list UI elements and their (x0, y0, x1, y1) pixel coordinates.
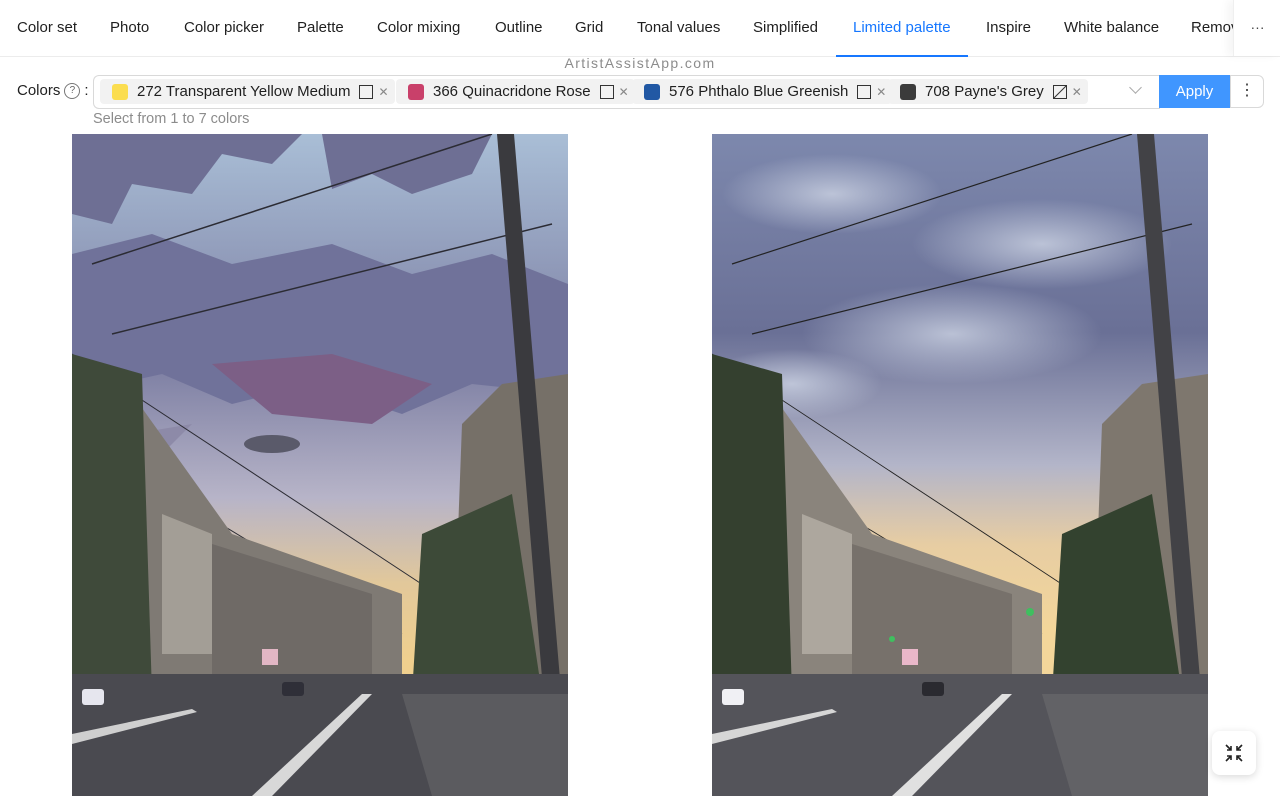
tab-inspire[interactable]: Inspire (986, 0, 1031, 56)
tab-tonal-values[interactable]: Tonal values (637, 0, 720, 56)
color-tag: 576 Phthalo Blue Greenish ✕ (632, 79, 893, 104)
color-swatch (408, 83, 424, 100)
tab-color-picker[interactable]: Color picker (184, 0, 264, 56)
colors-label-text: Colors (17, 82, 61, 99)
tab-grid[interactable]: Grid (575, 0, 603, 56)
tab-bar: Color set Photo Color picker Palette Col… (0, 0, 1280, 57)
tab-palette[interactable]: Palette (297, 0, 344, 56)
color-tag: 366 Quinacridone Rose ✕ (396, 79, 635, 104)
tab-white-balance[interactable]: White balance (1064, 0, 1159, 56)
color-tag-label: 272 Transparent Yellow Medium (137, 83, 351, 100)
color-tag-label: 576 Phthalo Blue Greenish (669, 83, 849, 100)
colors-label-colon: : (84, 82, 89, 99)
color-swatch (900, 83, 916, 100)
close-icon[interactable]: ✕ (1072, 85, 1082, 99)
apply-button[interactable]: Apply (1159, 75, 1230, 108)
tab-color-mixing[interactable]: Color mixing (377, 0, 460, 56)
tab-photo[interactable]: Photo (110, 0, 149, 56)
color-tag-label: 366 Quinacridone Rose (433, 83, 591, 100)
semi-transparent-square-icon (1052, 84, 1067, 99)
colors-label: Colors ? : (17, 82, 89, 99)
tab-color-set[interactable]: Color set (17, 0, 77, 56)
color-swatch (644, 83, 660, 100)
colors-select[interactable]: 272 Transparent Yellow Medium ✕ 366 Quin… (93, 75, 1160, 109)
more-tabs-button[interactable]: ··· (1233, 0, 1280, 56)
compress-icon (1225, 744, 1243, 762)
color-tag-label: 708 Payne's Grey (925, 83, 1044, 100)
color-tag: 272 Transparent Yellow Medium ✕ (100, 79, 395, 104)
tab-overflow-clip: Remov (1191, 0, 1233, 56)
more-options-button[interactable]: ⋮ (1230, 75, 1264, 108)
close-icon[interactable]: ✕ (876, 85, 886, 99)
transparent-square-icon (359, 84, 374, 99)
tab-remove-partial[interactable]: Remov (1191, 0, 1233, 56)
close-icon[interactable]: ✕ (378, 85, 388, 99)
color-swatch (112, 83, 128, 100)
close-icon[interactable]: ✕ (619, 85, 629, 99)
help-icon[interactable]: ? (64, 82, 81, 99)
tab-limited-palette[interactable]: Limited palette (836, 0, 968, 57)
color-tag: 708 Payne's Grey ✕ (888, 79, 1088, 104)
colors-hint: Select from 1 to 7 colors (93, 111, 250, 127)
transparent-square-icon (599, 84, 614, 99)
original-image (712, 134, 1208, 796)
limited-palette-image (72, 134, 568, 796)
transparent-square-icon (857, 84, 872, 99)
tab-simplified[interactable]: Simplified (753, 0, 818, 56)
tab-outline[interactable]: Outline (495, 0, 543, 56)
watermark-text: ArtistAssistApp.com (564, 55, 716, 71)
chevron-down-icon[interactable] (1129, 81, 1142, 94)
exit-fullscreen-button[interactable] (1212, 731, 1256, 775)
